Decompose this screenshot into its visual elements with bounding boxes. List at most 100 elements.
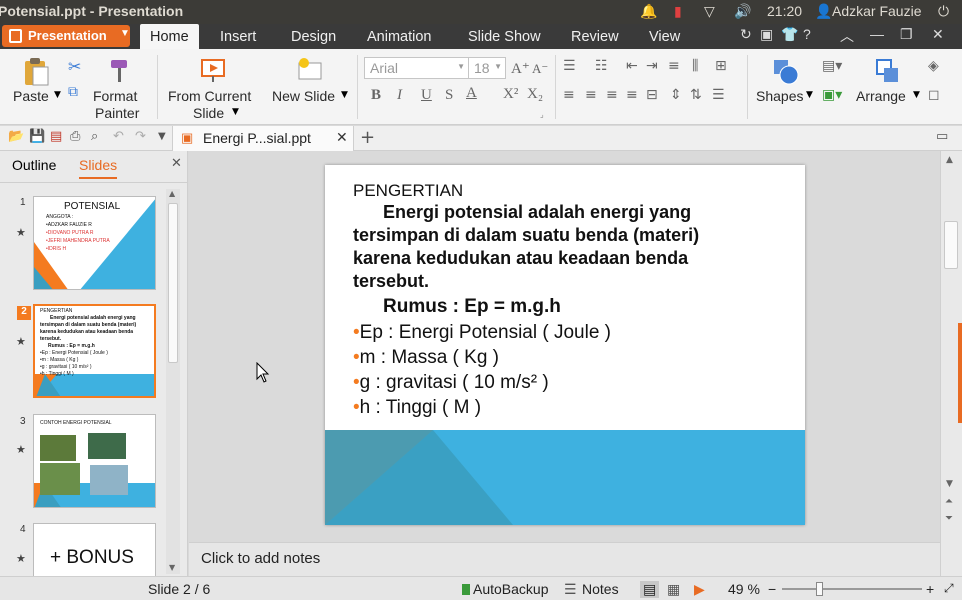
subscript-icon[interactable]: X₂ [527, 86, 543, 103]
autobackup-button[interactable]: AutoBackup [473, 581, 549, 597]
sync-icon[interactable]: ↻ [740, 26, 752, 43]
underline-icon[interactable]: U [421, 87, 432, 104]
print-preview-icon[interactable]: ⌕ [91, 129, 98, 144]
tab-list-icon[interactable]: ▭ [936, 129, 948, 144]
user-name[interactable]: Adzkar Fauzie [832, 3, 921, 19]
align-left-icon[interactable]: ≡ [563, 87, 575, 103]
italic-icon[interactable]: I [397, 87, 402, 104]
undo-icon[interactable]: ↶ [113, 129, 124, 144]
chevron-down-icon[interactable]: ▼ [806, 90, 813, 100]
arrange-button[interactable]: Arrange [856, 88, 906, 104]
tab-outline[interactable]: Outline [12, 157, 56, 173]
slide-thumbnail-1[interactable]: POTENSIAL ANGGOTA : •ADZKAR FAUZIE R •DI… [33, 196, 156, 290]
panel-scroll-thumb[interactable] [168, 203, 178, 363]
line-spacing-icon[interactable]: ≡ [668, 58, 680, 74]
session-icon[interactable]: ⏻ [938, 3, 949, 20]
tab-design[interactable]: Design [281, 24, 346, 49]
textbox-icon[interactable]: ▤▾ [822, 58, 842, 74]
tab-view[interactable]: View [639, 24, 690, 49]
tab-home[interactable]: Home [140, 24, 199, 49]
export-pdf-icon[interactable]: ▤ [50, 129, 62, 144]
from-current-label-1[interactable]: From Current [168, 88, 251, 104]
slide-sorter-icon[interactable]: ▦ [667, 581, 680, 598]
chevron-down-icon[interactable]: ▼ [341, 90, 348, 100]
close-panel-icon[interactable]: ✕ [171, 156, 182, 171]
new-slide-button[interactable]: New Slide [272, 88, 335, 104]
shapes-icon[interactable] [772, 57, 800, 87]
slideshow-from-current-icon[interactable] [200, 57, 228, 85]
text-direction-icon[interactable]: ⊞ [715, 58, 727, 74]
shadow-icon[interactable]: S [445, 87, 453, 104]
save-cloud-icon[interactable]: ▣ [760, 26, 773, 43]
grow-font-icon[interactable]: A⁺ [511, 59, 530, 78]
normal-view-icon[interactable]: ▤ [640, 581, 660, 598]
slide-thumbnail-3[interactable]: CONTOH ENERGI POTENSIAL [33, 414, 156, 508]
paste-button[interactable]: Paste [13, 88, 49, 104]
slide-thumbnail-4[interactable]: + BONUS [33, 523, 156, 576]
outline-icon[interactable]: ◻ [928, 87, 940, 103]
chevron-down-icon[interactable]: ▼ [232, 107, 239, 117]
previous-slide-icon[interactable]: ⏶ [945, 496, 953, 507]
print-icon[interactable]: ⎙ [70, 129, 80, 144]
cut-icon[interactable]: ✂ [68, 57, 81, 76]
format-painter-label-1[interactable]: Format [93, 88, 137, 104]
slide-canvas[interactable]: PENGERTIAN Energi potensial adalah energ… [325, 165, 805, 525]
editor-scrollbar[interactable]: ▲ ▼ ⏶ ⏷ [940, 151, 962, 576]
font-color-icon[interactable]: A [466, 85, 477, 102]
tab-slide-show[interactable]: Slide Show [458, 24, 551, 49]
presentation-app-button[interactable]: Presentation ▼ [2, 25, 130, 47]
align-right-icon[interactable]: ≡ [606, 87, 618, 103]
scroll-up-icon[interactable]: ▲ [946, 155, 953, 165]
align-text-icon[interactable]: ☰ [712, 87, 725, 103]
help-icon[interactable]: ? [803, 26, 811, 42]
font-size-select[interactable]: 18 ▼ [468, 57, 506, 79]
redo-icon[interactable]: ↷ [135, 129, 146, 144]
fit-window-icon[interactable]: ⤢ [944, 581, 954, 596]
vertical-spacing-icon[interactable]: ⇕ [670, 87, 682, 103]
shrink-font-icon[interactable]: A⁻ [532, 61, 548, 77]
justify-icon[interactable]: ≡ [626, 87, 638, 103]
zoom-level[interactable]: 49 % [728, 581, 760, 597]
from-current-label-2[interactable]: Slide [193, 105, 224, 121]
new-tab-button[interactable]: + [360, 127, 375, 148]
notification-icon[interactable]: 🔔 [640, 3, 657, 20]
dialog-launcher-icon[interactable]: ⌟ [540, 110, 544, 119]
collapse-ribbon-icon[interactable]: ︿ [840, 26, 854, 46]
numbering-icon[interactable]: ☷ [595, 58, 608, 74]
font-name-select[interactable]: Arial ▼ [364, 57, 469, 79]
bullets-icon[interactable]: ☰ [563, 58, 576, 74]
zoom-slider[interactable] [782, 588, 922, 590]
save-icon[interactable]: 💾 [29, 129, 45, 144]
scroll-down-icon[interactable]: ▼ [169, 563, 175, 572]
zoom-out-icon[interactable]: − [768, 581, 776, 597]
document-tab[interactable]: ▣ Energi P...sial.ppt ✕ [172, 126, 354, 151]
wifi-icon[interactable]: ▽ [704, 3, 715, 20]
tab-review[interactable]: Review [561, 24, 629, 49]
play-slideshow-icon[interactable]: ▶ [694, 581, 705, 598]
skin-icon[interactable]: 👕 [781, 26, 798, 43]
superscript-icon[interactable]: X² [503, 86, 518, 103]
format-painter-label-2[interactable]: Painter [95, 105, 139, 121]
align-center-icon[interactable]: ≡ [585, 87, 597, 103]
scroll-down-icon[interactable]: ▼ [946, 479, 953, 489]
restore-icon[interactable]: ❐ [900, 26, 913, 43]
paragraph-spacing-icon[interactable]: ⇅ [690, 87, 702, 103]
notes-pane[interactable]: Click to add notes [189, 542, 940, 576]
fill-icon[interactable]: ◈ [928, 58, 939, 74]
notes-placeholder[interactable]: Click to add notes [201, 550, 320, 567]
tab-insert[interactable]: Insert [210, 24, 266, 49]
next-slide-icon[interactable]: ⏷ [945, 513, 953, 524]
distribute-icon[interactable]: ⊟ [646, 87, 658, 103]
close-tab-icon[interactable]: ✕ [336, 129, 348, 146]
columns-icon[interactable]: ⫼ [692, 58, 698, 74]
indent-increase-icon[interactable]: ⇥ [646, 58, 658, 74]
zoom-in-icon[interactable]: + [926, 581, 934, 597]
new-slide-icon[interactable] [296, 57, 324, 85]
copy-icon[interactable]: ⧉ [68, 84, 78, 100]
bold-icon[interactable]: B [371, 87, 381, 104]
side-panel-handle[interactable] [958, 323, 962, 423]
shapes-button[interactable]: Shapes [756, 88, 803, 104]
chevron-down-icon[interactable]: ▼ [158, 131, 166, 142]
panel-scrollbar[interactable]: ▲ ▼ [166, 189, 180, 574]
chevron-down-icon[interactable]: ▼ [913, 90, 920, 100]
